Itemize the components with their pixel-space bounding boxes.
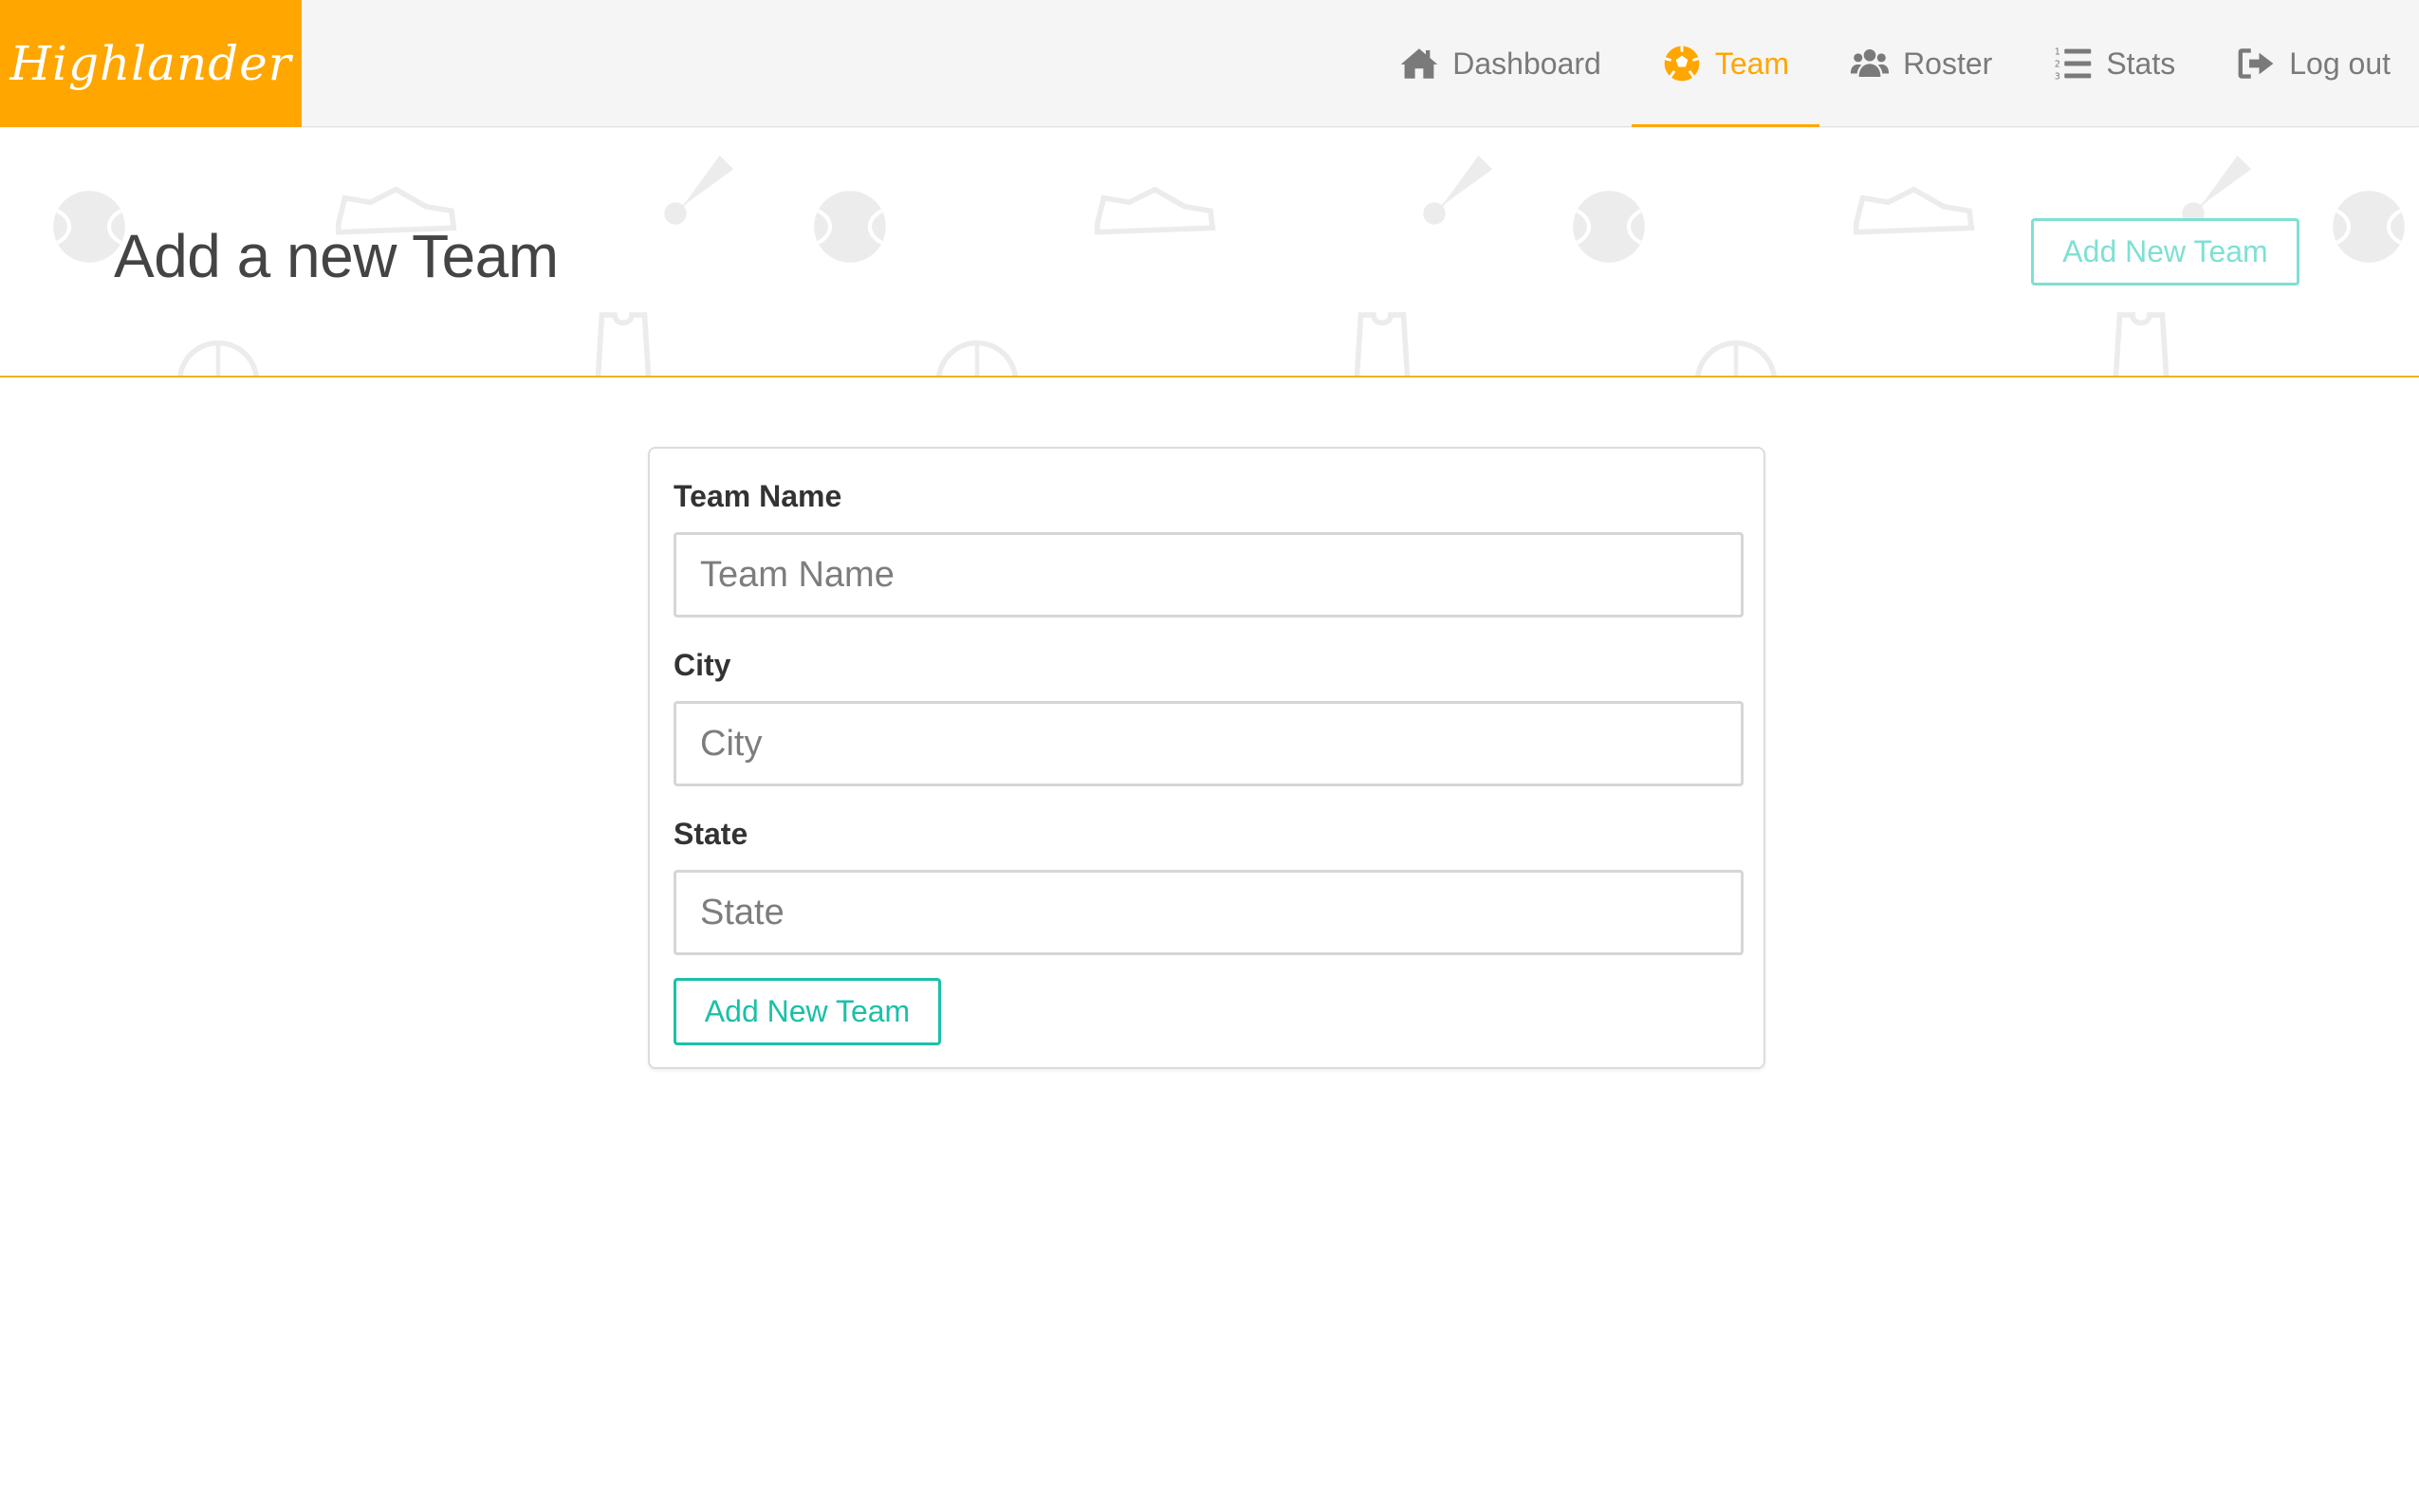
svg-text:1: 1: [2055, 46, 2060, 57]
add-new-team-header-button[interactable]: Add New Team: [2031, 218, 2299, 286]
soccer-ball-icon: [1664, 46, 1700, 82]
add-team-form: Team Name City State Add New Team: [648, 447, 1765, 1069]
state-label: State: [674, 817, 748, 851]
nav-item-label: Team: [1714, 46, 1790, 81]
top-navbar: Highlander Dashboard Team Roster 1 2 3 S…: [0, 0, 2419, 127]
tennis-ball-icon: [1573, 191, 1645, 263]
basketball-icon: [1695, 340, 1777, 376]
nav-item-label: Stats: [2106, 46, 2176, 81]
brand-logo[interactable]: Highlander: [0, 0, 302, 127]
jersey-icon: [2113, 312, 2170, 376]
tennis-ball-icon: [2333, 191, 2405, 263]
tennis-ball-icon: [814, 191, 886, 263]
nav-item-roster[interactable]: Roster: [1819, 0, 2022, 127]
home-icon: [1401, 48, 1438, 79]
jersey-icon: [1354, 312, 1411, 376]
nav-item-stats[interactable]: 1 2 3 Stats: [2022, 0, 2206, 127]
nav-item-team[interactable]: Team: [1631, 0, 1820, 127]
sneaker-icon: [1094, 186, 1216, 235]
page-header: Add a new Team Add New Team: [0, 128, 2419, 378]
main-nav: Dashboard Team Roster 1 2 3 Stats Log ou…: [1369, 0, 2419, 127]
list-ol-icon: 1 2 3: [2055, 46, 2092, 83]
sneaker-icon: [1853, 186, 1975, 235]
nav-item-label: Dashboard: [1452, 46, 1601, 81]
team-name-input[interactable]: [674, 532, 1744, 618]
basketball-icon: [177, 340, 259, 376]
nav-item-dashboard[interactable]: Dashboard: [1369, 0, 1632, 127]
svg-text:3: 3: [2055, 72, 2060, 83]
jersey-icon: [595, 312, 652, 376]
users-icon: [1850, 48, 1890, 77]
sign-out-icon: [2238, 48, 2274, 79]
city-label: City: [674, 648, 731, 682]
nav-item-label: Log out: [2289, 46, 2391, 81]
basketball-icon: [936, 340, 1018, 376]
shuttlecock-icon: [1423, 155, 1493, 225]
shuttlecock-icon: [664, 155, 734, 225]
state-input[interactable]: [674, 870, 1744, 955]
nav-item-label: Roster: [1903, 46, 1993, 81]
brand-name: Highlander: [9, 36, 292, 91]
svg-text:2: 2: [2055, 60, 2060, 70]
nav-item-logout[interactable]: Log out: [2206, 0, 2419, 127]
add-new-team-submit-button[interactable]: Add New Team: [674, 978, 941, 1045]
city-input[interactable]: [674, 701, 1744, 786]
page-title: Add a new Team: [114, 222, 559, 290]
team-name-label: Team Name: [674, 479, 842, 513]
